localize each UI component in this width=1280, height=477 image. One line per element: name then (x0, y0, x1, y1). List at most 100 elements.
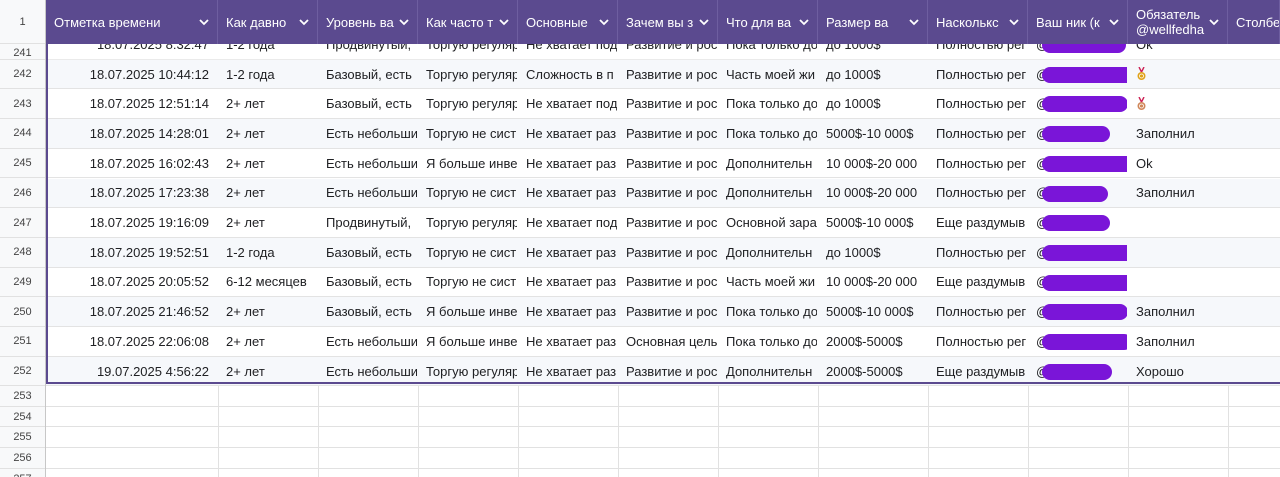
table-row[interactable]: 18.07.2025 20:05:52 6-12 месяцев Базовый, … (46, 268, 1280, 298)
cell-level[interactable]: Есть небольши (318, 327, 418, 356)
header-main-issues[interactable]: Основные (518, 0, 618, 44)
cell-level[interactable]: Продвинутый, (318, 208, 418, 237)
cell-how-long[interactable]: 2+ лет (218, 327, 318, 356)
header-deposit-size[interactable]: Размер ва (818, 0, 928, 44)
cell-timestamp[interactable]: 18.07.2025 10:44:12 (46, 60, 218, 89)
chevron-down-icon[interactable] (1005, 13, 1023, 31)
cell-frequency[interactable]: Торгую регуляр (418, 89, 518, 118)
chevron-down-icon[interactable] (395, 13, 413, 31)
cell-timestamp[interactable]: 18.07.2025 22:06:08 (46, 327, 218, 356)
cell-what-for-you[interactable]: Часть моей жи (718, 268, 818, 297)
header-frequency[interactable]: Как часто т (418, 0, 518, 44)
table-row[interactable]: 18.07.2025 22:06:08 2+ лет Есть небольши Я … (46, 327, 1280, 357)
cell-how-much[interactable]: Полностью рег (928, 297, 1028, 326)
empty-row[interactable] (46, 386, 1280, 407)
cell-level[interactable]: Базовый, есть (318, 297, 418, 326)
header-timestamp[interactable]: Отметка времени (46, 0, 218, 44)
cell-why[interactable]: Развитие и рос (618, 60, 718, 89)
row-number[interactable]: 257 (0, 469, 45, 477)
cell-main-issues[interactable]: Не хватает раз (518, 119, 618, 148)
row-number[interactable]: 247 (0, 208, 45, 238)
chevron-down-icon[interactable] (495, 13, 513, 31)
cell-why[interactable]: Развитие и рос (618, 179, 718, 208)
cell-why[interactable]: Развитие и рос (618, 268, 718, 297)
cell-timestamp[interactable]: 18.07.2025 21:46:52 (46, 297, 218, 326)
cell-nickname[interactable]: @ (1028, 208, 1128, 237)
cell-main-issues[interactable]: Не хватает под (518, 208, 618, 237)
row-number[interactable]: 254 (0, 407, 45, 428)
cell-main-issues[interactable]: Не хватает раз (518, 297, 618, 326)
cell-main-issues[interactable]: Сложность в п (518, 60, 618, 89)
cell-level[interactable]: Есть небольши (318, 119, 418, 148)
cell-why[interactable]: Развитие и рос (618, 89, 718, 118)
cell-how-much[interactable]: Полностью рег (928, 327, 1028, 356)
row-number[interactable]: 250 (0, 297, 45, 327)
cell-level[interactable]: Базовый, есть (318, 268, 418, 297)
chevron-down-icon[interactable] (295, 13, 313, 31)
cell-why[interactable]: Развитие и рос (618, 119, 718, 148)
header-nickname[interactable]: Ваш ник (к (1028, 0, 1128, 44)
cell-frequency[interactable]: Торгую не сист (418, 119, 518, 148)
cell-main-issues[interactable]: Не хватает раз (518, 149, 618, 178)
cell-nickname[interactable]: @ (1028, 327, 1128, 356)
table-row[interactable]: 18.07.2025 14:28:01 2+ лет Есть небольши То… (46, 119, 1280, 149)
cell-frequency[interactable]: Торгую не сист (418, 268, 518, 297)
table-row[interactable]: 18.07.2025 19:52:51 1-2 года Базовый, есть… (46, 237, 1280, 268)
cell-required[interactable] (1128, 60, 1228, 89)
row-number[interactable]: 253 (0, 386, 45, 407)
cell-what-for-you[interactable]: Пока только до (718, 327, 818, 356)
cell-how-much[interactable]: Полностью рег (928, 238, 1028, 267)
header-why[interactable]: Зачем вы з (618, 0, 718, 44)
cell-main-issues[interactable]: Не хватает раз (518, 357, 618, 386)
cell-timestamp[interactable]: 19.07.2025 4:56:22 (46, 357, 218, 386)
header-column-extra[interactable]: Столбе (1228, 0, 1280, 44)
cell-timestamp[interactable]: 18.07.2025 20:05:52 (46, 268, 218, 297)
cell-nickname[interactable]: @ (1028, 60, 1128, 89)
row-number[interactable]: 242 (0, 60, 45, 90)
cell-what-for-you[interactable]: Дополнительн (718, 179, 818, 208)
cell-level[interactable]: Базовый, есть (318, 60, 418, 89)
cell-frequency[interactable]: Я больше инве (418, 149, 518, 178)
cell-how-long[interactable]: 2+ лет (218, 119, 318, 148)
cell-what-for-you[interactable]: Пока только до (718, 297, 818, 326)
cell-frequency[interactable]: Торгую регуляр (418, 357, 518, 386)
table-row[interactable]: 18.07.2025 21:46:52 2+ лет Базовый, есть Я … (46, 297, 1280, 327)
table-row[interactable]: 18.07.2025 10:44:12 1-2 года Базовый, есть… (46, 59, 1280, 90)
cell-what-for-you[interactable]: Часть моей жи (718, 60, 818, 89)
empty-row[interactable] (46, 407, 1280, 428)
cell-required[interactable]: Заполнил (1128, 297, 1228, 326)
chevron-down-icon[interactable] (795, 13, 813, 31)
empty-row[interactable] (46, 427, 1280, 448)
cell-how-long[interactable]: 1-2 года (218, 60, 318, 89)
cell-frequency[interactable]: Торгую регуляр (418, 60, 518, 89)
cell-nickname[interactable]: @ (1028, 119, 1128, 148)
cell-why[interactable]: Развитие и рос (618, 297, 718, 326)
cell-nickname[interactable]: @ (1028, 297, 1128, 326)
cell-nickname[interactable]: @ (1028, 149, 1128, 178)
row-number[interactable]: 252 (0, 357, 45, 387)
cell-level[interactable]: Есть небольши (318, 357, 418, 386)
chevron-down-icon[interactable] (1205, 13, 1223, 31)
row-number[interactable]: 246 (0, 179, 45, 209)
cell-deposit-size[interactable]: 5000$-10 000$ (818, 208, 928, 237)
cell-timestamp[interactable]: 18.07.2025 19:16:09 (46, 208, 218, 237)
cell-how-much[interactable]: Полностью рег (928, 149, 1028, 178)
cell-how-much[interactable]: Полностью рег (928, 89, 1028, 118)
cell-required[interactable] (1128, 208, 1228, 237)
cell-why[interactable]: Развитие и рос (618, 208, 718, 237)
cell-how-much[interactable]: Еще раздумыв (928, 357, 1028, 386)
cell-level[interactable]: Есть небольши (318, 149, 418, 178)
cell-timestamp[interactable]: 18.07.2025 17:23:38 (46, 179, 218, 208)
cell-how-long[interactable]: 2+ лет (218, 89, 318, 118)
empty-row[interactable] (46, 448, 1280, 469)
cell-why[interactable]: Основная цель (618, 327, 718, 356)
cell-nickname[interactable]: @ (1028, 357, 1128, 386)
header-how-long[interactable]: Как давно (218, 0, 318, 44)
cell-timestamp[interactable]: 18.07.2025 14:28:01 (46, 119, 218, 148)
cell-why[interactable]: Развитие и рос (618, 357, 718, 386)
row-number[interactable]: 245 (0, 149, 45, 179)
cell-how-long[interactable]: 6-12 месяцев (218, 268, 318, 297)
cell-what-for-you[interactable]: Пока только до (718, 119, 818, 148)
cell-what-for-you[interactable]: Основной зара (718, 208, 818, 237)
header-required[interactable]: Обязатель @wellfedha (1128, 0, 1228, 44)
